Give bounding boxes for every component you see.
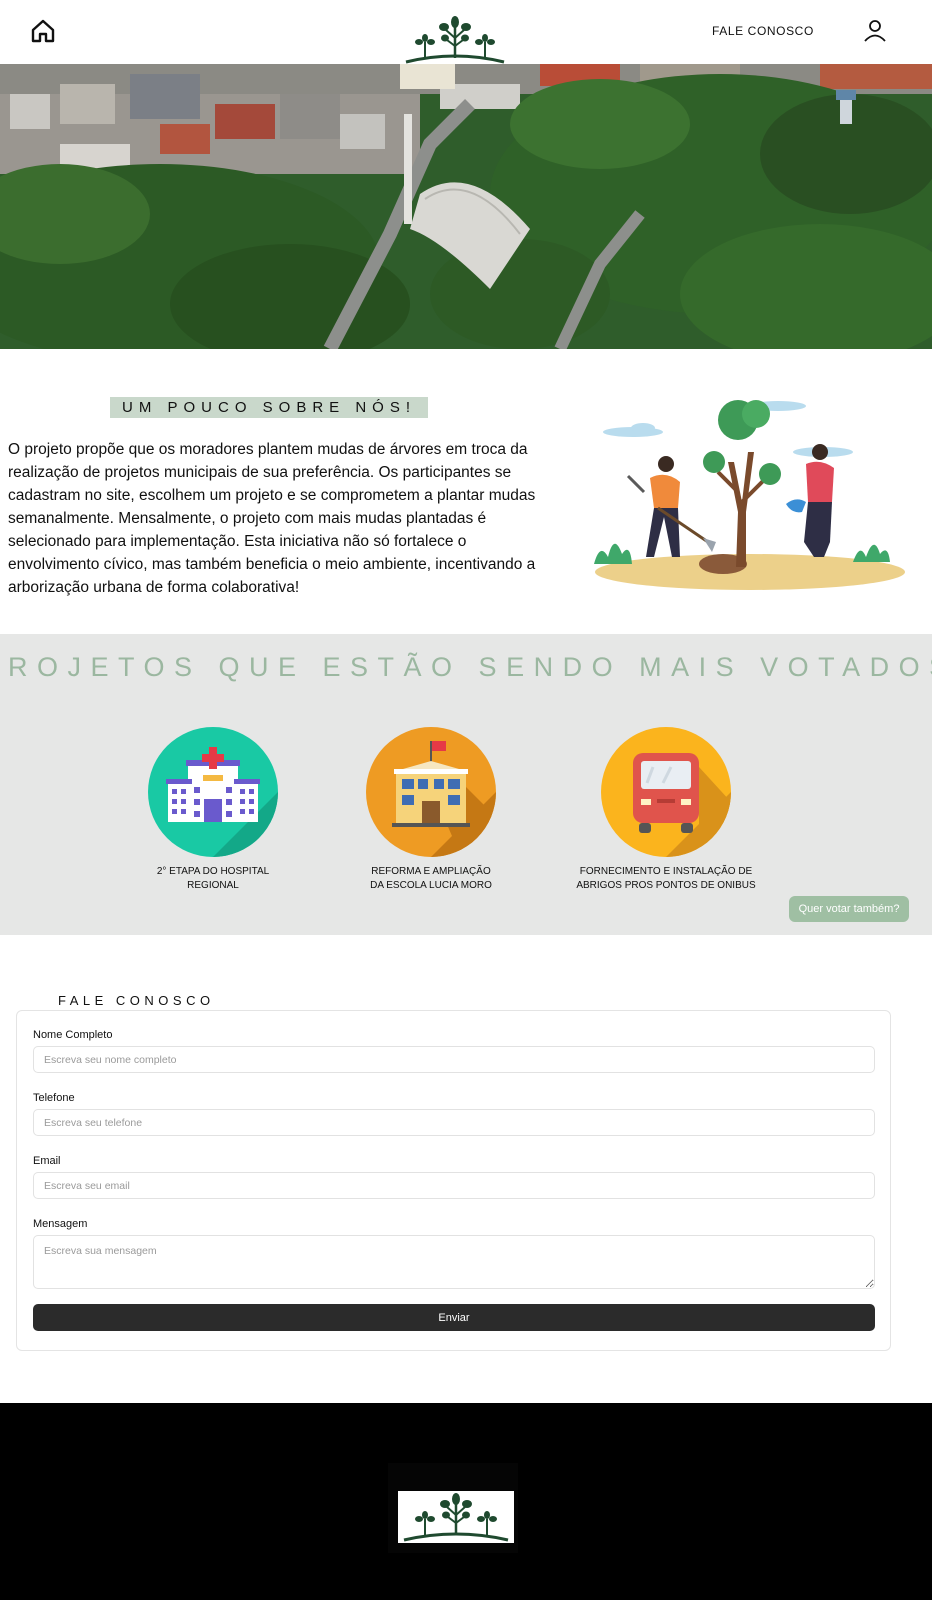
bus-icon <box>601 727 731 857</box>
home-icon[interactable] <box>30 18 56 44</box>
contact-title: FALE CONOSCO <box>58 993 215 1008</box>
tree-planting-illustration <box>594 400 905 590</box>
submit-button[interactable]: Enviar <box>33 1304 875 1331</box>
about-text: O projeto propõe que os moradores plante… <box>8 441 536 596</box>
project-caption: 2° ETAPA DO HOSPITAL REGIONAL <box>156 866 270 891</box>
top-voted-projects-section: ROJETOS QUE ESTÃO SENDO MAIS VOTADOS 2° … <box>0 634 932 935</box>
phone-input[interactable] <box>33 1109 875 1136</box>
hero-aerial-photo <box>0 64 932 349</box>
contact-form: Nome Completo Telefone Email Mensagem En… <box>16 1010 891 1351</box>
message-textarea[interactable] <box>33 1235 875 1289</box>
school-icon <box>366 727 496 857</box>
tree-logo[interactable] <box>400 14 510 64</box>
project-caption: FORNECIMENTO E INSTALAÇÃO DE ABRIGOS PRO… <box>576 866 756 891</box>
email-input[interactable] <box>33 1172 875 1199</box>
name-label: Nome Completo <box>33 1029 113 1041</box>
site-header: FALE CONOSCO <box>0 0 932 64</box>
vote-button[interactable]: Quer votar também? <box>789 896 909 922</box>
project-card-bus-shelter[interactable]: FORNECIMENTO E INSTALAÇÃO DE ABRIGOS PRO… <box>566 727 766 893</box>
email-label: Email <box>33 1155 61 1167</box>
project-caption: REFORMA E AMPLIAÇÃO DA ESCOLA LUCIA MORO <box>370 866 492 891</box>
footer-tree-logo[interactable] <box>398 1491 514 1543</box>
hospital-icon <box>148 727 278 857</box>
project-card-hospital[interactable]: 2° ETAPA DO HOSPITAL REGIONAL <box>113 727 313 893</box>
user-icon[interactable] <box>862 18 888 44</box>
message-label: Mensagem <box>33 1218 88 1230</box>
about-title: UM POUCO SOBRE NÓS! <box>110 397 428 418</box>
site-footer <box>0 1403 932 1600</box>
project-card-school[interactable]: REFORMA E AMPLIAÇÃO DA ESCOLA LUCIA MORO <box>331 727 531 893</box>
projects-title: ROJETOS QUE ESTÃO SENDO MAIS VOTADOS <box>8 652 932 682</box>
name-input[interactable] <box>33 1046 875 1073</box>
nav-contact-link[interactable]: FALE CONOSCO <box>712 24 814 38</box>
phone-label: Telefone <box>33 1092 75 1104</box>
